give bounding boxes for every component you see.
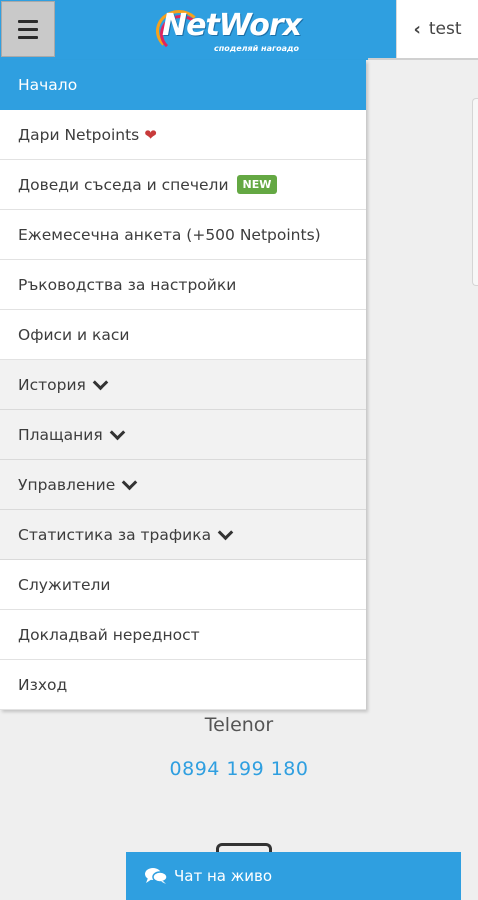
networx-logo[interactable]: NetWorx споделяй нагоадо [156, 6, 306, 54]
menu-item-offices[interactable]: Офиси и каси [0, 310, 366, 360]
menu-item-setup-guides[interactable]: Ръководства за настройки [0, 260, 366, 310]
menu-item-management[interactable]: Управление [0, 460, 366, 510]
chat-bubbles-icon [144, 867, 168, 885]
operator-name: Telenor [204, 714, 274, 736]
scroll-handle[interactable] [472, 98, 478, 286]
menu-item-refer-neighbor[interactable]: Доведи съседа и спечели NEW [0, 160, 366, 210]
menu-item-employees[interactable]: Служители [0, 560, 366, 610]
chevron-left-icon: ‹ [413, 18, 421, 40]
side-menu: Начало Дари Netpoints ❤ Доведи съседа и … [0, 60, 366, 710]
live-chat-button[interactable]: Чат на живо [126, 852, 461, 900]
back-button-label: test [428, 19, 462, 39]
hamburger-icon [18, 19, 38, 23]
menu-item-payments[interactable]: Плащания [0, 410, 366, 460]
header-divider [368, 58, 478, 60]
chevron-down-icon [121, 474, 138, 491]
chevron-down-icon [217, 524, 234, 541]
menu-item-history[interactable]: История [0, 360, 366, 410]
menu-item-home[interactable]: Начало [0, 60, 366, 110]
menu-item-report-issue[interactable]: Докладвай нередност [0, 610, 366, 660]
menu-item-donate-netpoints[interactable]: Дари Netpoints ❤ [0, 110, 366, 160]
chevron-down-icon [92, 374, 109, 391]
back-button[interactable]: ‹ test [396, 0, 478, 58]
chevron-down-icon [109, 424, 125, 441]
new-badge: NEW [236, 175, 278, 194]
logo-text: NetWorx [162, 8, 302, 43]
menu-item-traffic-stats[interactable]: Статистика за трафика [0, 510, 366, 560]
top-bar: NetWorx споделяй нагоадо ‹ test [0, 0, 478, 60]
heart-icon: ❤ [144, 125, 157, 144]
menu-item-monthly-survey[interactable]: Ежемесечна анкета (+500 Netpoints) [0, 210, 366, 260]
live-chat-label: Чат на живо [174, 867, 273, 885]
menu-toggle-button[interactable] [1, 1, 55, 57]
phone-link[interactable]: 0894 199 180 [0, 758, 478, 780]
menu-item-logout[interactable]: Изход [0, 660, 366, 710]
logo-tagline: споделяй нагоадо [214, 44, 299, 53]
